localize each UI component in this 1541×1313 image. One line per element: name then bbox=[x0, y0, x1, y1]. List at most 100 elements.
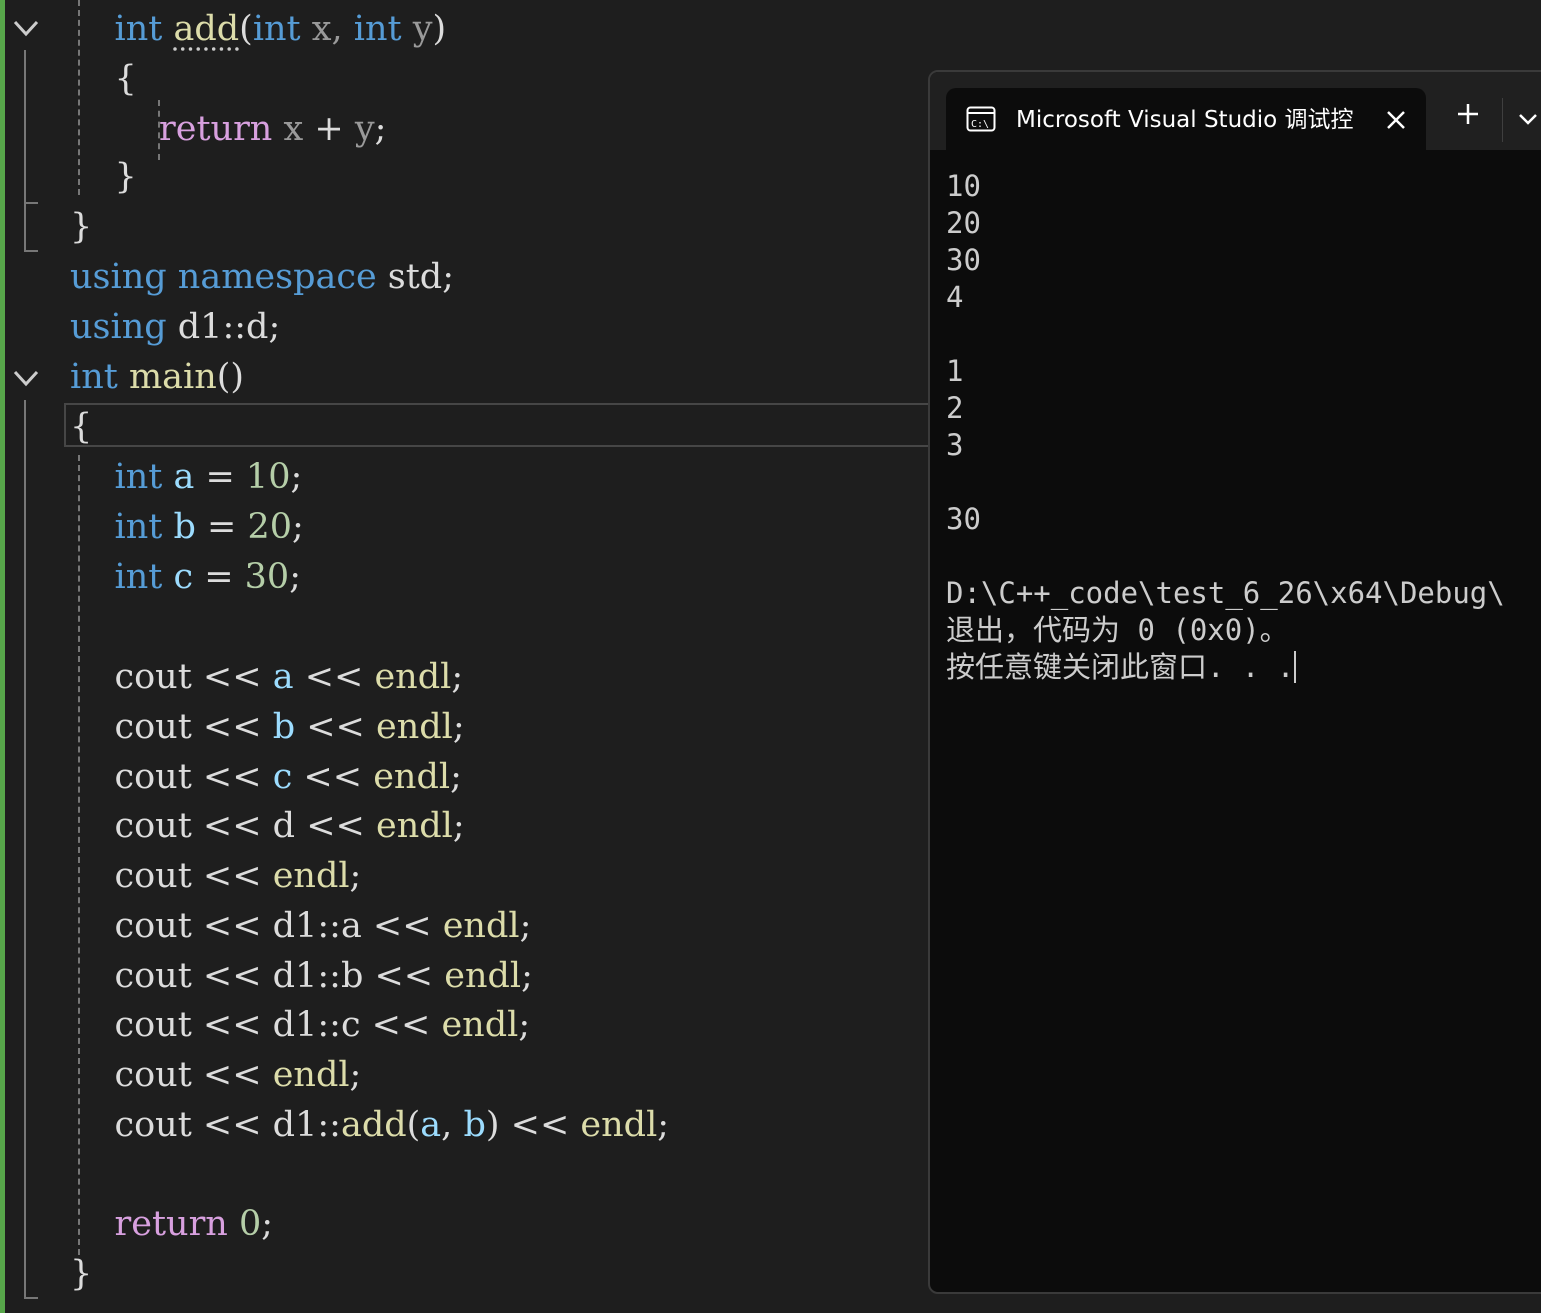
code-token: endl bbox=[442, 906, 520, 946]
code-line: int main() bbox=[70, 352, 244, 402]
console-output: 10 20 30 4 1 2 3 30 D:\C++_code\test_6_2… bbox=[946, 168, 1505, 686]
code-token: ; bbox=[289, 557, 301, 597]
collapse-chevron-icon[interactable] bbox=[12, 16, 40, 40]
code-token: << bbox=[295, 707, 376, 747]
close-icon[interactable] bbox=[1384, 108, 1408, 132]
code-token: ; bbox=[657, 1105, 670, 1145]
code-line: cout << d1::b << endl; bbox=[70, 951, 533, 1001]
code-token: y bbox=[401, 9, 433, 49]
code-token: endl bbox=[272, 856, 350, 896]
console-output-text: 10 20 30 4 1 2 3 30 D:\C++_code\test_6_2… bbox=[946, 169, 1505, 684]
console-titlebar: C:\ Microsoft Visual Studio 调试控 bbox=[930, 72, 1541, 152]
code-line: cout << a << endl; bbox=[70, 652, 464, 702]
code-token: b bbox=[463, 1105, 486, 1145]
code-token: return bbox=[159, 109, 273, 149]
console-tab[interactable]: C:\ Microsoft Visual Studio 调试控 bbox=[946, 88, 1426, 152]
code-token: endl bbox=[376, 806, 453, 846]
code-token: cout << d << bbox=[70, 806, 376, 846]
collapse-chevron-icon[interactable] bbox=[12, 366, 40, 390]
code-token: namespace bbox=[177, 257, 377, 297]
code-token: a bbox=[420, 1105, 442, 1145]
code-token: a bbox=[173, 457, 195, 497]
code-line: cout << d1::add(a, b) << endl; bbox=[70, 1100, 670, 1150]
code-token: ; bbox=[450, 757, 462, 797]
code-token: ) << bbox=[485, 1105, 581, 1145]
code-token: endl bbox=[272, 1055, 350, 1095]
code-token: int bbox=[114, 9, 163, 49]
code-line: cout << endl; bbox=[70, 1050, 362, 1100]
code-token: << bbox=[293, 657, 375, 697]
svg-text:C:\: C:\ bbox=[971, 119, 989, 130]
code-token: int bbox=[353, 9, 402, 49]
code-token: add bbox=[173, 9, 240, 49]
code-token: { bbox=[70, 407, 93, 447]
code-token: = bbox=[195, 507, 248, 547]
code-token: ; bbox=[292, 507, 304, 547]
code-token: ; bbox=[452, 806, 465, 846]
code-token: () bbox=[216, 357, 245, 397]
code-token: cout << bbox=[70, 856, 273, 896]
code-token: add bbox=[340, 1105, 407, 1145]
code-line: { bbox=[70, 54, 137, 104]
plus-icon[interactable] bbox=[1456, 102, 1480, 126]
code-line: int a = 10; bbox=[70, 452, 303, 502]
code-token: std; bbox=[376, 257, 455, 297]
code-token: 20 bbox=[247, 507, 292, 547]
fold-guide bbox=[24, 202, 38, 204]
code-token: endl bbox=[376, 707, 453, 747]
code-token: ; bbox=[521, 956, 533, 996]
code-token: endl bbox=[444, 956, 522, 996]
code-token: 10 bbox=[245, 457, 291, 497]
code-line: int c = 30; bbox=[70, 552, 301, 602]
code-token: cout << bbox=[70, 707, 273, 747]
code-line: } bbox=[70, 152, 137, 202]
code-token: cout << d1:: bbox=[70, 1105, 341, 1145]
code-token: int bbox=[70, 357, 118, 397]
code-token: = bbox=[193, 557, 245, 597]
code-token: ; bbox=[349, 1055, 362, 1095]
chevron-down-icon[interactable] bbox=[1518, 112, 1538, 126]
cmd-icon: C:\ bbox=[966, 106, 996, 132]
code-line: } bbox=[70, 1249, 92, 1299]
code-token: int bbox=[114, 507, 163, 547]
code-token: y bbox=[354, 109, 375, 149]
fold-guide bbox=[24, 250, 38, 252]
code-token: 30 bbox=[244, 557, 290, 597]
code-token: int bbox=[252, 9, 301, 49]
code-token: ; bbox=[349, 856, 362, 896]
code-token: = bbox=[194, 457, 246, 497]
debug-console-window[interactable]: C:\ Microsoft Visual Studio 调试控 10 20 30… bbox=[928, 70, 1541, 1294]
code-token: cout << bbox=[70, 757, 273, 797]
code-token: endl bbox=[373, 757, 451, 797]
code-token: endl bbox=[580, 1105, 658, 1145]
titlebar-divider bbox=[1502, 98, 1503, 142]
fold-guide bbox=[24, 1297, 38, 1299]
code-token: + bbox=[303, 109, 355, 149]
code-token: x, bbox=[300, 9, 354, 49]
code-line: cout << b << endl; bbox=[70, 702, 465, 752]
code-token: b bbox=[272, 707, 296, 747]
code-line: int b = 20; bbox=[70, 502, 304, 552]
code-token: a bbox=[272, 657, 294, 697]
code-token: ; bbox=[452, 707, 465, 747]
code-line: { bbox=[70, 402, 92, 452]
text-cursor bbox=[1294, 651, 1297, 683]
code-token: ; bbox=[261, 1204, 274, 1244]
code-token: x bbox=[283, 109, 304, 149]
current-line-highlight bbox=[64, 403, 930, 447]
code-token: cout << d1::b << bbox=[70, 956, 445, 996]
code-line: return 0; bbox=[70, 1199, 274, 1249]
code-line: return x + y; bbox=[70, 104, 386, 154]
